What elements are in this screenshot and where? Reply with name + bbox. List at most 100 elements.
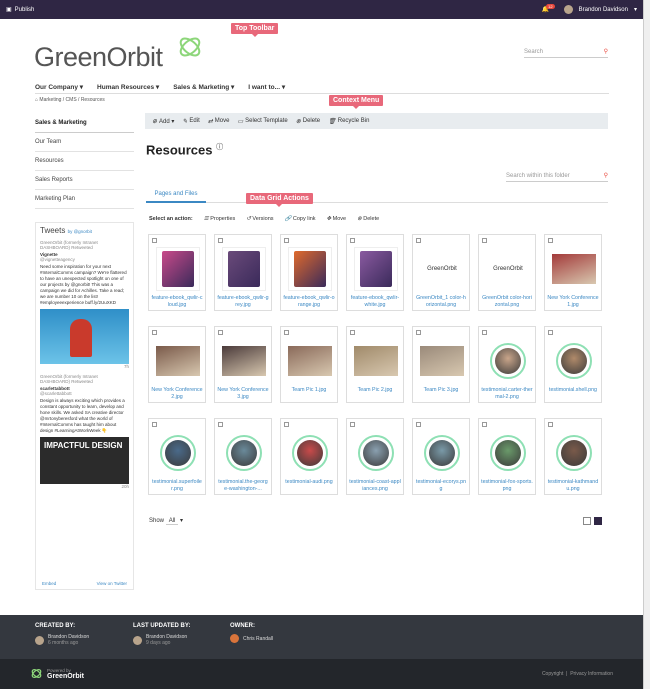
embed-link[interactable]: Embed (42, 581, 56, 586)
tweet-image[interactable] (40, 309, 129, 364)
file-card[interactable]: Team Pic 3.jpg (412, 326, 470, 403)
file-thumbnail[interactable] (222, 339, 266, 383)
delete-action[interactable]: ⊗ Delete (357, 216, 379, 222)
tweet[interactable]: GreenOrbit (formerly Intranet DASHBOARD)… (40, 240, 129, 369)
file-thumbnail[interactable] (552, 339, 596, 383)
bell-icon[interactable]: 🔔12 (542, 4, 558, 13)
file-card[interactable]: testimonial.shell.png (544, 326, 602, 403)
file-thumbnail[interactable] (552, 431, 596, 475)
site-logo[interactable]: GreenOrbit (34, 37, 201, 73)
sidebar-item-our-team[interactable]: Our Team (35, 133, 134, 152)
file-checkbox[interactable] (218, 422, 223, 427)
file-thumbnail[interactable]: GreenOrbit (420, 247, 464, 291)
file-checkbox[interactable] (548, 422, 553, 427)
file-name[interactable]: Team Pic 2.jpg (349, 387, 401, 394)
file-thumbnail[interactable] (486, 431, 530, 475)
file-name[interactable]: testimonial-ecorys.png (415, 479, 467, 493)
file-checkbox[interactable] (482, 238, 487, 243)
tab-pages-and-files[interactable]: Pages and Files (146, 189, 206, 203)
file-name[interactable]: Team Pic 1.jpg (283, 387, 335, 394)
edit-button[interactable]: ✎ Edit (182, 118, 199, 125)
file-thumbnail[interactable] (156, 339, 200, 383)
file-card[interactable]: testimonial.the-george-washington-... (214, 418, 272, 495)
file-name[interactable]: testimonial.the-george-washington-... (217, 479, 269, 493)
grid-view-icon[interactable] (594, 517, 602, 525)
file-thumbnail[interactable] (288, 247, 332, 291)
file-checkbox[interactable] (350, 238, 355, 243)
file-card[interactable]: GreenOrbit GreenOrbit_1 color-horizontal.… (412, 234, 470, 311)
sidebar-item-marketing-plan[interactable]: Marketing Plan (35, 190, 134, 209)
file-checkbox[interactable] (284, 422, 289, 427)
file-card[interactable]: testimonial-fox-sports.png (478, 418, 536, 495)
sidebar-item-sales-marketing[interactable]: Sales & Marketing (35, 114, 134, 133)
file-name[interactable]: testimonial-audi.png (283, 479, 335, 486)
owner-name[interactable]: Chris Randall (243, 636, 273, 642)
breadcrumb[interactable]: ⌂ Marketing / CMS / Resources (35, 97, 105, 103)
search-icon[interactable]: ⚲ (604, 48, 608, 55)
file-name[interactable]: GreenOrbit color-horizontal.png (481, 295, 533, 309)
file-thumbnail[interactable] (222, 247, 266, 291)
site-search-input[interactable]: Search ⚲ (524, 46, 608, 58)
file-thumbnail[interactable] (288, 431, 332, 475)
show-filter[interactable]: Show All ▾ (149, 517, 183, 525)
file-card[interactable]: testimonial-coast-appliances.png (346, 418, 404, 495)
file-card[interactable]: Team Pic 1.jpg (280, 326, 338, 403)
file-card[interactable]: feature-ebook_qwlir-orange.jpg (280, 234, 338, 311)
publish-button[interactable]: ▣ Publish (6, 6, 34, 14)
file-thumbnail[interactable] (156, 431, 200, 475)
copyright-link[interactable]: Copyright (542, 671, 563, 677)
tweet-handle[interactable]: @scarlettabbott (40, 391, 129, 396)
file-checkbox[interactable] (284, 238, 289, 243)
file-thumbnail[interactable] (486, 339, 530, 383)
user-avatar[interactable] (563, 5, 573, 14)
file-checkbox[interactable] (482, 330, 487, 335)
file-thumbnail[interactable] (552, 247, 596, 291)
file-name[interactable]: New York Conference 1.jpg (547, 295, 599, 309)
sidebar-item-resources[interactable]: Resources (35, 152, 134, 171)
file-card[interactable]: New York Conference 1.jpg (544, 234, 602, 311)
sidebar-item-sales-reports[interactable]: Sales Reports (35, 171, 134, 190)
file-card[interactable]: New York Conference 3.jpg (214, 326, 272, 403)
file-name[interactable]: feature-ebook_qwlir-cloud.jpg (151, 295, 203, 309)
file-checkbox[interactable] (218, 238, 223, 243)
file-checkbox[interactable] (152, 238, 157, 243)
file-name[interactable]: feature-ebook_qwlir-orange.jpg (283, 295, 335, 309)
file-card[interactable]: testimonial-kathmandu.png (544, 418, 602, 495)
file-checkbox[interactable] (548, 238, 553, 243)
search-icon[interactable]: ⚲ (604, 172, 608, 179)
file-card[interactable]: New York Conference 2.jpg (148, 326, 206, 403)
user-name[interactable]: Brandon Davidson (579, 7, 628, 13)
select-template-button[interactable]: ▭ Select Template (237, 118, 287, 125)
nav-sales-marketing[interactable]: Sales & Marketing ▾ (173, 83, 234, 91)
show-select[interactable]: All (165, 518, 179, 525)
file-checkbox[interactable] (152, 330, 157, 335)
nav-human-resources[interactable]: Human Resources ▾ (97, 83, 159, 91)
file-name[interactable]: testimonial.shell.png (547, 387, 599, 394)
move-action[interactable]: ✥ Move (327, 216, 347, 222)
tweet-image[interactable]: IMPACTFUL DESIGN (40, 437, 129, 484)
file-thumbnail[interactable] (288, 339, 332, 383)
folder-search-input[interactable]: Search within this folder ⚲ (506, 170, 608, 182)
file-card[interactable]: feature-ebook_qwlir-grey.jpg (214, 234, 272, 311)
file-name[interactable]: New York Conference 3.jpg (217, 387, 269, 401)
file-name[interactable]: testimonial-fox-sports.png (481, 479, 533, 493)
file-checkbox[interactable] (218, 330, 223, 335)
file-card[interactable]: testimonial-audi.png (280, 418, 338, 495)
file-thumbnail[interactable] (354, 339, 398, 383)
file-checkbox[interactable] (548, 330, 553, 335)
tweet-handle[interactable]: @vignetteagency (40, 257, 129, 262)
file-name[interactable]: feature-ebook_qwlir-white.jpg (349, 295, 401, 309)
file-checkbox[interactable] (284, 330, 289, 335)
file-card[interactable]: testimonial.superfoiler.png (148, 418, 206, 495)
file-thumbnail[interactable] (420, 339, 464, 383)
list-view-icon[interactable] (583, 517, 591, 525)
breadcrumb-path[interactable]: Marketing / CMS / Resources (39, 97, 104, 103)
file-name[interactable]: testimonial.carter-thermal-2.png (481, 387, 533, 401)
versions-action[interactable]: ↺ Versions (246, 216, 273, 222)
file-thumbnail[interactable] (420, 431, 464, 475)
info-icon[interactable]: ⓘ (216, 144, 223, 151)
file-name[interactable]: Team Pic 3.jpg (415, 387, 467, 394)
tweet-time[interactable]: 20h (40, 484, 129, 489)
copy-link-action[interactable]: 🔗 Copy link (285, 216, 316, 222)
scrollbar[interactable] (643, 0, 650, 689)
